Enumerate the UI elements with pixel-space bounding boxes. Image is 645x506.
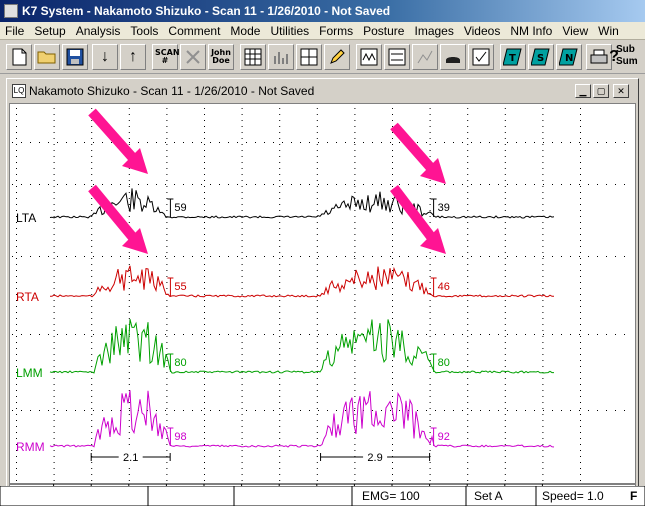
interval-label-0: 2.1 xyxy=(123,452,138,464)
status-bar: EMG= 100 Set A Speed= 1.0 F xyxy=(0,485,645,506)
menu-file[interactable]: File xyxy=(0,22,29,39)
series-line-rmm xyxy=(49,390,555,448)
arrow-up-icon[interactable]: ↑ xyxy=(120,44,146,70)
status-emg: EMG= 100 xyxy=(362,489,420,503)
phone-icon[interactable] xyxy=(440,44,466,70)
cross-icon[interactable] xyxy=(180,44,206,70)
menu-images[interactable]: Images xyxy=(409,22,458,39)
status-speed: Speed= 1.0 xyxy=(542,489,604,503)
emg-chart: LTA5939RTA5546LMM8080RMM98922.12.9Time0:… xyxy=(10,108,635,503)
interval-label-1: 2.9 xyxy=(367,452,382,464)
series-label-lmm: LMM xyxy=(16,366,43,380)
marker-value-rmm-0: 98 xyxy=(174,431,186,443)
bar-chart-icon[interactable] xyxy=(268,44,294,70)
series-label-lta: LTA xyxy=(16,211,36,225)
check-icon[interactable] xyxy=(468,44,494,70)
menu-utilities[interactable]: Utilities xyxy=(265,22,314,39)
scan-window-title-bar: LQ Nakamoto Shizuko - Scan 11 - 1/26/201… xyxy=(9,81,636,101)
emg-plot-area[interactable]: LTA5939RTA5546LMM8080RMM98922.12.9Time0:… xyxy=(9,103,636,503)
scan-number-icon[interactable]: SCAN # xyxy=(152,44,180,70)
menu-analysis[interactable]: Analysis xyxy=(71,22,126,39)
menu-videos[interactable]: Videos xyxy=(459,22,505,39)
menu-view[interactable]: View xyxy=(557,22,593,39)
scan-window: LQ Nakamoto Shizuko - Scan 11 - 1/26/201… xyxy=(6,78,639,506)
minimize-button[interactable]: ▁ xyxy=(575,84,591,98)
s-icon[interactable]: S xyxy=(528,44,554,70)
menubar: File Setup Analysis Tools Comment Mode Utiliti… xyxy=(0,22,645,40)
menu-forms[interactable]: Forms xyxy=(314,22,358,39)
menu-mode[interactable]: Mode xyxy=(225,22,265,39)
menu-tools[interactable]: Tools xyxy=(125,22,163,39)
menu-setup[interactable]: Setup xyxy=(29,22,70,39)
svg-text:N: N xyxy=(565,53,573,64)
arrow-down-icon[interactable]: ↓ xyxy=(92,44,118,70)
marker-value-lta-0: 59 xyxy=(174,202,186,214)
n-icon[interactable]: N xyxy=(556,44,582,70)
close-button[interactable]: ✕ xyxy=(613,84,629,98)
open-folder-icon[interactable] xyxy=(34,44,60,70)
app-icon xyxy=(4,4,18,18)
toolbar: ↓ ↑ SCAN # John Doe T S N ? Sub Sum xyxy=(0,40,645,74)
john-doe-icon[interactable]: John Doe xyxy=(208,44,234,70)
status-set: Set A xyxy=(474,489,503,503)
status-extra: F xyxy=(630,489,637,503)
series-line-lmm xyxy=(49,318,554,374)
menu-win[interactable]: Win xyxy=(593,22,624,39)
marker-value-lmm-1: 80 xyxy=(438,357,450,369)
series-line-lta xyxy=(49,188,555,219)
graph-icon[interactable] xyxy=(412,44,438,70)
marker-value-rta-0: 55 xyxy=(174,281,186,293)
save-disk-icon[interactable] xyxy=(62,44,88,70)
svg-text:S: S xyxy=(537,53,544,64)
scan-window-icon: LQ xyxy=(12,84,26,98)
series-label-rta: RTA xyxy=(16,290,39,304)
maximize-button[interactable]: ▢ xyxy=(593,84,609,98)
app-title: K7 System - Nakamoto Shizuko - Scan 11 -… xyxy=(22,4,391,18)
printer-icon[interactable] xyxy=(586,44,612,70)
marker-value-rmm-1: 92 xyxy=(438,431,450,443)
t-icon[interactable]: T xyxy=(500,44,526,70)
series-label-rmm: RMM xyxy=(16,440,45,454)
marker-value-lta-1: 39 xyxy=(438,202,450,214)
grid-a-icon[interactable] xyxy=(240,44,266,70)
marker-value-rta-1: 46 xyxy=(438,281,450,293)
series-line-rta xyxy=(49,265,555,298)
pencil-icon[interactable] xyxy=(324,44,350,70)
new-file-icon[interactable] xyxy=(6,44,32,70)
app-title-bar: K7 System - Nakamoto Shizuko - Scan 11 -… xyxy=(0,0,645,22)
sub-sum-label[interactable]: Sub Sum xyxy=(616,44,645,68)
scan-window-title: Nakamoto Shizuko - Scan 11 - 1/26/2010 -… xyxy=(29,84,315,98)
scan-b-icon[interactable] xyxy=(384,44,410,70)
svg-text:T: T xyxy=(509,53,516,64)
scan-a-icon[interactable] xyxy=(356,44,382,70)
marker-value-lmm-0: 80 xyxy=(174,357,186,369)
menu-comment[interactable]: Comment xyxy=(163,22,225,39)
menu-posture[interactable]: Posture xyxy=(358,22,409,39)
menu-nm-info[interactable]: NM Info xyxy=(505,22,557,39)
grid-b-icon[interactable] xyxy=(296,44,322,70)
